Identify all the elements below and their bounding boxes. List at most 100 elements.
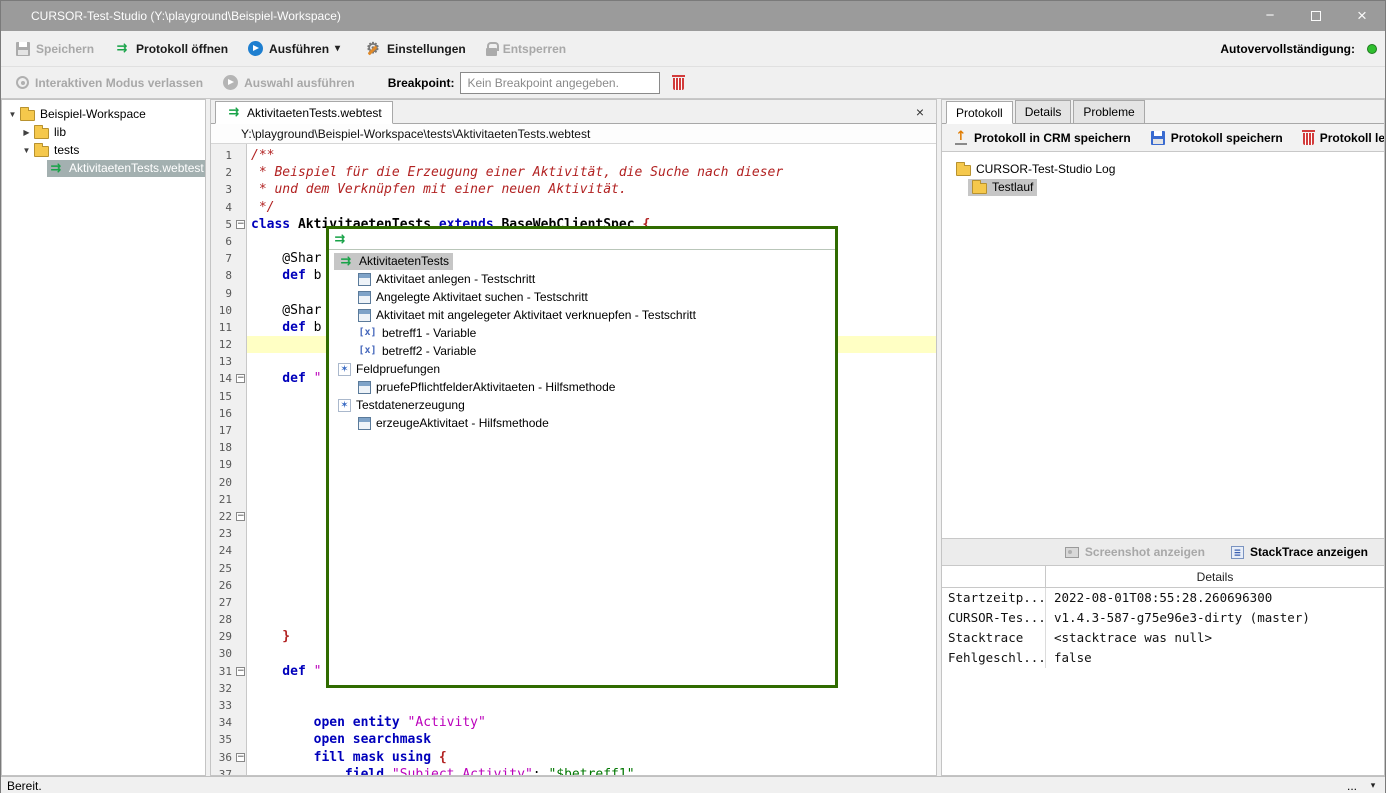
outline-item[interactable]: Feldpruefungen — [329, 360, 835, 378]
clear-protocol-button[interactable]: Protokoll leeren — [1297, 127, 1385, 148]
show-stacktrace-button[interactable]: StackTrace anzeigen — [1225, 542, 1374, 562]
details-row[interactable]: Fehlgeschl...false — [942, 648, 1384, 668]
tree-item-beispiel-workspace[interactable]: ▼Beispiel-Workspace — [2, 105, 205, 123]
code-line[interactable]: fill mask using { — [251, 749, 936, 766]
tree-item-aktivitaetentests-webtest[interactable]: AktivitaetenTests.webtest — [2, 159, 205, 177]
unlock-button[interactable]: Entsperren — [479, 37, 573, 60]
fold-marker-icon[interactable]: − — [236, 374, 245, 383]
line-number: 9 — [225, 285, 232, 302]
close-button[interactable] — [1339, 1, 1385, 31]
leave-interactive-button[interactable]: Interaktiven Modus verlassen — [9, 72, 210, 94]
tab-protokoll[interactable]: Protokoll — [946, 101, 1013, 124]
details-value: 2022-08-01T08:55:28.260696300 — [1046, 588, 1384, 608]
settings-button[interactable]: Einstellungen — [358, 37, 473, 61]
details-header: Details — [1046, 566, 1384, 587]
log-tree-item[interactable]: CURSOR-Test-Studio Log — [942, 160, 1384, 178]
code-token: " — [314, 664, 322, 679]
fold-marker-icon[interactable]: − — [236, 753, 245, 762]
minimize-button[interactable] — [1247, 1, 1293, 31]
fold-marker-icon[interactable]: − — [236, 220, 245, 229]
details-row[interactable]: Stacktrace<stacktrace was null> — [942, 628, 1384, 648]
gutter-line: 33 — [211, 697, 246, 714]
breakpoint-label: Breakpoint: — [388, 76, 455, 90]
log-tree-label: CURSOR-Test-Studio Log — [976, 162, 1115, 176]
tree-item-lib[interactable]: ▶lib — [2, 123, 205, 141]
outline-item[interactable]: erzeugeAktivitaet - Hilfsmethode — [329, 414, 835, 432]
fold-marker-icon[interactable]: − — [236, 512, 245, 521]
step-icon — [358, 273, 371, 286]
code-line[interactable]: open entity "Activity" — [251, 714, 936, 731]
maximize-button[interactable] — [1293, 1, 1339, 31]
details-key-header — [942, 566, 1046, 587]
outline-item[interactable]: betreff1 - Variable — [329, 324, 835, 342]
outline-popup-header — [329, 229, 835, 250]
code-line[interactable]: * Beispiel für die Erzeugung einer Aktiv… — [251, 164, 936, 181]
save-protocol-button[interactable]: Protokoll speichern — [1145, 128, 1289, 148]
save-to-crm-button[interactable]: Protokoll in CRM speichern — [948, 127, 1137, 148]
outline-item-content: pruefePflichtfelderAktivitaeten - Hilfsm… — [354, 379, 619, 396]
outline-item[interactable]: Aktivitaet anlegen - Testschritt — [329, 270, 835, 288]
log-tree-item-content: CURSOR-Test-Studio Log — [952, 161, 1119, 178]
outline-item[interactable]: AktivitaetenTests — [329, 252, 835, 270]
gutter-line: 34 — [211, 714, 246, 731]
log-tree-item[interactable]: Testlauf — [942, 178, 1384, 196]
chevron-down-icon[interactable] — [335, 43, 345, 54]
code-line[interactable]: */ — [251, 199, 936, 216]
outline-item[interactable]: pruefePflichtfelderAktivitaeten - Hilfsm… — [329, 378, 835, 396]
line-number: 31 — [219, 663, 232, 680]
details-value: v1.4.3-587-g75e96e3-dirty (master) — [1046, 608, 1384, 628]
protocol-toolbar: Protokoll in CRM speichern Protokoll spe… — [942, 124, 1384, 152]
save-label: Speichern — [36, 42, 94, 56]
expand-arrow-icon[interactable]: ▼ — [20, 146, 33, 155]
leave-interactive-label: Interaktiven Modus verlassen — [35, 76, 203, 90]
line-number: 2 — [225, 164, 232, 181]
code-line[interactable]: field "Subject_Activity": "$betreff1" — [251, 766, 936, 775]
outline-item[interactable]: Angelegte Aktivitaet suchen - Testschrit… — [329, 288, 835, 306]
run-selection-button[interactable]: Auswahl ausführen — [216, 71, 362, 94]
outline-item[interactable]: betreff2 - Variable — [329, 342, 835, 360]
code-line[interactable]: open searchmask — [251, 731, 936, 748]
lock-icon — [486, 48, 497, 56]
details-key: Startzeitp... — [942, 588, 1046, 608]
line-number: 26 — [219, 577, 232, 594]
details-table: Details Startzeitp...2022-08-01T08:55:28… — [942, 566, 1384, 775]
breakpoint-input[interactable] — [460, 72, 660, 94]
run-button[interactable]: Ausführen — [241, 37, 352, 60]
expand-arrow-icon[interactable]: ▼ — [6, 110, 19, 119]
folder-icon — [34, 128, 49, 139]
save-button[interactable]: Speichern — [9, 38, 101, 60]
tab-details[interactable]: Details — [1015, 100, 1072, 123]
code-line[interactable]: /** — [251, 147, 936, 164]
details-row[interactable]: Startzeitp...2022-08-01T08:55:28.2606963… — [942, 588, 1384, 608]
outline-item-label: Testdatenerzeugung — [356, 398, 465, 412]
clear-breakpoint-button[interactable] — [666, 71, 691, 94]
details-row[interactable]: CURSOR-Tes...v1.4.3-587-g75e96e3-dirty (… — [942, 608, 1384, 628]
line-number: 10 — [219, 302, 232, 319]
show-screenshot-button[interactable]: Screenshot anzeigen — [1059, 542, 1211, 562]
tree-item-tests[interactable]: ▼tests — [2, 141, 205, 159]
log-tree: CURSOR-Test-Studio Log Testlauf — [942, 152, 1384, 538]
gutter-line: 5− — [211, 216, 246, 233]
details-key: CURSOR-Tes... — [942, 608, 1046, 628]
tab-probleme[interactable]: Probleme — [1073, 100, 1144, 123]
status-dropdown-icon[interactable] — [1367, 780, 1379, 791]
gutter-line: 28 — [211, 611, 246, 628]
tab-close-button[interactable] — [912, 104, 928, 120]
fold-marker-icon[interactable]: − — [236, 667, 245, 676]
code-line[interactable]: * und dem Verknüpfen mit einer neuen Akt… — [251, 181, 936, 198]
code-line[interactable] — [251, 697, 936, 714]
gutter-line: 3 — [211, 181, 246, 198]
line-number: 29 — [219, 628, 232, 645]
gutter-line: 21 — [211, 491, 246, 508]
log-tree-item-content: Testlauf — [968, 179, 1037, 196]
line-number: 11 — [219, 319, 232, 336]
open-protocol-button[interactable]: Protokoll öffnen — [107, 37, 235, 60]
trash-icon — [1303, 133, 1314, 145]
app-window: CURSOR-Test-Studio (Y:\playground\Beispi… — [0, 0, 1386, 793]
editor-tab[interactable]: AktivitaetenTests.webtest — [215, 101, 393, 124]
expand-arrow-icon[interactable]: ▶ — [20, 128, 33, 137]
outline-item[interactable]: Testdatenerzeugung — [329, 396, 835, 414]
gutter-line: 9 — [211, 285, 246, 302]
gutter-line: 14− — [211, 370, 246, 387]
outline-item[interactable]: Aktivitaet mit angelegeter Aktivitaet ve… — [329, 306, 835, 324]
